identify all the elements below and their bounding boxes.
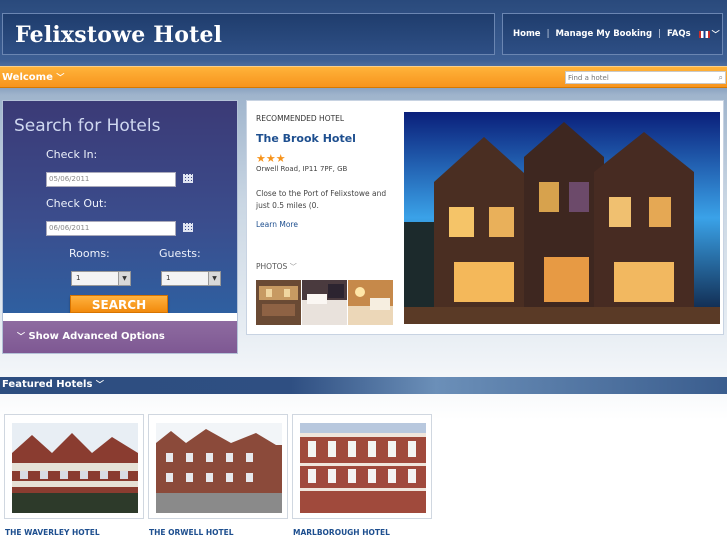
calendar-icon[interactable] — [183, 174, 193, 183]
welcome-menu[interactable]: Welcome ﹀ — [2, 72, 64, 83]
featured-hotels-bar: Featured Hotels ﹀ — [0, 377, 727, 394]
hotel-main-photo[interactable] — [404, 112, 720, 324]
welcome-label: Welcome — [2, 72, 53, 83]
chevron-down-icon: ▼ — [118, 272, 130, 285]
recommended-kicker: RECOMMENDED HOTEL — [256, 114, 345, 123]
chevron-down-icon: ﹀ — [95, 380, 104, 389]
chevron-down-icon: ﹀ — [289, 263, 297, 271]
check-out-input[interactable]: 06/06/2011 — [46, 221, 176, 236]
calendar-icon[interactable] — [183, 223, 193, 232]
flag-icon[interactable] — [698, 30, 710, 38]
chevron-down-icon[interactable]: ﹀ — [712, 29, 720, 40]
featured-hotels-label: Featured Hotels — [2, 379, 93, 390]
search-button[interactable]: SEARCH — [70, 295, 168, 313]
marlborough-hotel-photo — [300, 423, 426, 513]
hotel-address: Orwell Road, IP11 7PF, GB — [256, 165, 348, 173]
top-nav: Home | Manage My Booking | FAQs ﹀ — [502, 13, 723, 55]
nav-manage-booking[interactable]: Manage My Booking — [555, 29, 652, 39]
hotel-search-input[interactable] — [568, 72, 708, 83]
photos-toggle[interactable]: PHOTOS ﹀ — [256, 262, 297, 272]
panel-divider — [3, 313, 237, 321]
site-title[interactable]: Felixstowe Hotel — [15, 22, 222, 48]
check-in-input[interactable]: 05/06/2011 — [46, 172, 176, 187]
check-out-label: Check Out: — [46, 197, 107, 210]
nav-separator: | — [546, 29, 550, 39]
search-panel: Search for Hotels Check In: 05/06/2011 C… — [2, 100, 238, 354]
star-rating: ★★★ — [256, 152, 286, 165]
orwell-hotel-photo — [156, 423, 282, 513]
featured-hotel-card[interactable] — [148, 414, 288, 519]
waverley-hotel-photo — [12, 423, 138, 513]
nav-home[interactable]: Home — [513, 29, 541, 39]
featured-hotel-name[interactable]: THE ORWELL HOTEL — [149, 528, 234, 537]
learn-more-link[interactable]: Learn More — [256, 220, 298, 229]
site-header: Felixstowe Hotel — [2, 13, 495, 55]
rooms-select[interactable]: 1 ▼ — [71, 271, 131, 286]
guests-select-value: 1 — [166, 274, 171, 282]
welcome-bar: Welcome ﹀ ⌕ — [0, 66, 727, 88]
featured-hotel-name[interactable]: MARLBOROUGH HOTEL — [293, 528, 390, 537]
hotel-search-box: ⌕ — [565, 71, 726, 84]
check-in-label: Check In: — [46, 148, 98, 161]
advanced-options-label: Show Advanced Options — [28, 331, 165, 342]
nav-separator: | — [658, 29, 661, 39]
featured-hotel-name[interactable]: THE WAVERLEY HOTEL — [5, 528, 100, 537]
featured-hotel-card[interactable] — [4, 414, 144, 519]
guests-label: Guests: — [159, 247, 201, 260]
photo-thumbnail-room[interactable] — [348, 280, 393, 325]
featured-hotel-card[interactable] — [292, 414, 432, 519]
guests-select[interactable]: 1 ▼ — [161, 271, 221, 286]
chevron-down-icon: ﹀ — [17, 332, 25, 341]
advanced-options-toggle[interactable]: ﹀ Show Advanced Options — [3, 321, 237, 353]
rooms-select-value: 1 — [76, 274, 81, 282]
recommended-hotel-name[interactable]: The Brook Hotel — [256, 132, 356, 145]
recommended-hotel-panel: RECOMMENDED HOTEL The Brook Hotel ★★★ Or… — [246, 100, 724, 335]
hotel-description: Close to the Port of Felixstowe and just… — [256, 189, 387, 210]
rooms-label: Rooms: — [69, 247, 110, 260]
photo-thumbnail-bedroom[interactable] — [302, 280, 347, 325]
magnifier-icon[interactable]: ⌕ — [719, 72, 723, 83]
photo-thumbnail-lobby[interactable] — [256, 280, 301, 325]
featured-hotels-toggle[interactable]: Featured Hotels ﹀ — [2, 379, 104, 390]
nav-faqs[interactable]: FAQs — [667, 29, 691, 39]
chevron-down-icon: ▼ — [208, 272, 220, 285]
photos-label: PHOTOS — [256, 262, 288, 271]
chevron-down-icon: ﹀ — [56, 73, 65, 82]
search-panel-title: Search for Hotels — [14, 116, 161, 136]
